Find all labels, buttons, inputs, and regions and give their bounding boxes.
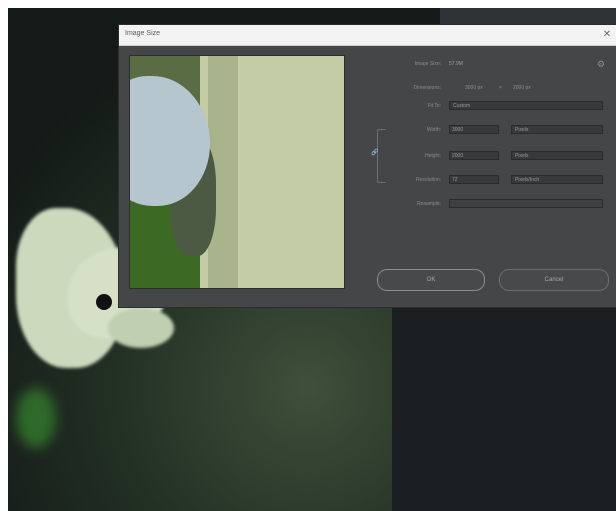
link-icon[interactable]: 🔗	[371, 149, 378, 156]
fit-to-label: Fit To:	[427, 103, 441, 109]
height-unit-select[interactable]: Pixels	[511, 151, 603, 160]
cancel-button[interactable]: Cancel	[499, 269, 609, 291]
butterfly-eye	[96, 294, 112, 310]
fit-to-select[interactable]: Custom	[449, 101, 603, 110]
ok-button[interactable]: OK	[377, 269, 485, 291]
image-size-label: Image Size:	[414, 61, 441, 67]
width-unit-select[interactable]: Pixels	[511, 125, 603, 134]
dialog-title: Image Size	[125, 30, 161, 37]
resample-label: Resample:	[417, 201, 441, 207]
close-icon[interactable]: ✕	[601, 28, 613, 41]
dimensions-times: ×	[499, 85, 502, 91]
dimensions-label: Dimensions:	[413, 85, 441, 91]
height-label: Height:	[425, 153, 441, 159]
image-size-dialog: Image Size ✕ ⚙ Image Size: 57.9M Dimensi…	[118, 24, 616, 308]
image-preview[interactable]	[129, 55, 345, 289]
image-size-value: 57.9M	[449, 61, 463, 67]
height-input[interactable]: 2000	[449, 151, 499, 160]
dimensions-height: 2000 px	[513, 85, 531, 91]
side-panel	[392, 300, 616, 511]
resolution-label: Resolution:	[415, 177, 441, 183]
width-label: Width:	[426, 127, 441, 133]
dimensions-width: 3000 px	[465, 85, 483, 91]
butterfly-head	[108, 308, 174, 348]
dialog-titlebar[interactable]: Image Size ✕	[119, 25, 616, 46]
gear-icon[interactable]: ⚙	[597, 59, 605, 70]
resolution-unit-select[interactable]: Pixels/Inch	[511, 175, 603, 184]
width-input[interactable]: 3000	[449, 125, 499, 134]
resample-select[interactable]	[449, 199, 603, 208]
resolution-input[interactable]: 72	[449, 175, 499, 184]
background-foliage	[16, 388, 56, 448]
